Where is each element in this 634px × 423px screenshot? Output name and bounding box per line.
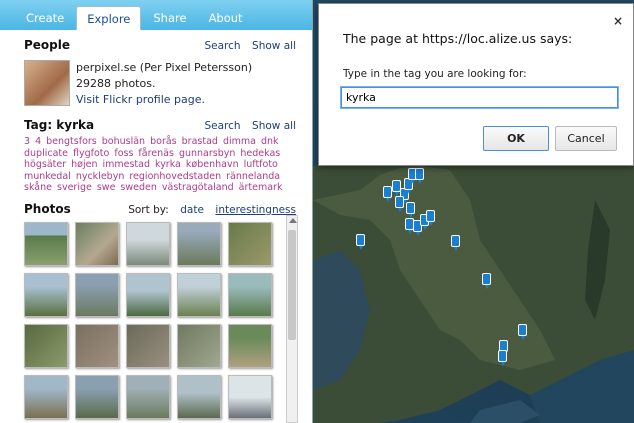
photos-title: Photos (24, 201, 71, 216)
tag-title: Tag: kyrka (24, 118, 95, 132)
map-pin[interactable] (415, 168, 424, 184)
photo-thumbnail[interactable] (24, 272, 68, 317)
map-pin[interactable] (395, 196, 404, 212)
map-pin[interactable] (518, 324, 527, 340)
tab-bar: Create Explore Share About (0, 0, 312, 30)
photo-thumbnail[interactable] (228, 374, 272, 419)
map-pin[interactable] (406, 202, 415, 218)
tab-explore[interactable]: Explore (76, 6, 142, 30)
map-pin[interactable] (426, 210, 435, 226)
people-title: People (24, 38, 71, 52)
photo-scrollbar[interactable] (286, 215, 298, 423)
photo-count: 29288 photos. (76, 77, 156, 90)
dialog-title: The page at https://loc.alize.us says: (343, 31, 573, 46)
people-header: People Search Show all (24, 38, 296, 52)
map-pin[interactable] (383, 186, 392, 202)
tag-input[interactable] (341, 87, 618, 108)
map-pin[interactable] (498, 350, 507, 366)
people-show-all-link[interactable]: Show all (252, 40, 296, 52)
sort-interestingness-link[interactable]: interestingness (215, 204, 296, 216)
photos-header: Photos Sort by: date interestingness (24, 202, 296, 216)
tab-share[interactable]: Share (143, 6, 196, 30)
photo-thumbnail[interactable] (126, 272, 170, 317)
photo-thumbnail[interactable] (126, 374, 170, 419)
sort-date-link[interactable]: date (180, 204, 204, 216)
explore-panel: Create Explore Share About People Search… (0, 0, 313, 423)
tag-search-link[interactable]: Search (204, 120, 240, 132)
photo-thumbnail[interactable] (228, 272, 272, 317)
photo-thumbnail[interactable] (24, 374, 68, 419)
tab-about[interactable]: About (199, 6, 253, 30)
tag-cloud[interactable]: 3 4 bengtsfors bohuslän borås brastad di… (24, 136, 296, 194)
map-pin[interactable] (356, 234, 365, 250)
tag-show-all-link[interactable]: Show all (252, 120, 296, 132)
profile-link[interactable]: Visit Flickr profile page. (76, 92, 252, 108)
dialog-message: Type in the tag you are looking for: (343, 68, 527, 80)
cancel-button[interactable]: Cancel (555, 126, 617, 151)
photo-thumbnail[interactable] (24, 221, 68, 266)
photo-thumbnail[interactable] (228, 221, 272, 266)
tag-header: Tag: kyrka Search Show all (24, 118, 296, 132)
ok-button[interactable]: OK (483, 126, 549, 151)
people-search-link[interactable]: Search (204, 40, 240, 52)
person-card: perpixel.se (Per Pixel Petersson) 29288 … (24, 60, 296, 108)
photo-thumbnail[interactable] (177, 374, 221, 419)
avatar[interactable] (24, 60, 70, 106)
scroll-up-icon[interactable] (289, 218, 297, 223)
tab-create[interactable]: Create (16, 6, 74, 30)
map-pin[interactable] (451, 235, 460, 251)
photo-thumbnail[interactable] (75, 272, 119, 317)
photo-thumbnail[interactable] (75, 374, 119, 419)
scroll-thumb[interactable] (288, 230, 296, 340)
photo-thumbnail[interactable] (126, 221, 170, 266)
photo-thumbnail[interactable] (75, 221, 119, 266)
sort-by-label: Sort by: (128, 203, 169, 216)
map-pin[interactable] (482, 273, 491, 289)
photo-thumbnail[interactable] (228, 323, 272, 368)
person-name: perpixel.se (Per Pixel Petersson) (76, 61, 253, 74)
photo-grid (24, 221, 296, 419)
photo-thumbnail[interactable] (177, 221, 221, 266)
close-icon[interactable]: × (613, 14, 623, 28)
photo-thumbnail[interactable] (177, 323, 221, 368)
photo-thumbnail[interactable] (126, 323, 170, 368)
photo-thumbnail[interactable] (75, 323, 119, 368)
prompt-dialog: The page at https://loc.alize.us says: ×… (318, 3, 634, 166)
photo-thumbnail[interactable] (24, 323, 68, 368)
photo-thumbnail[interactable] (177, 272, 221, 317)
